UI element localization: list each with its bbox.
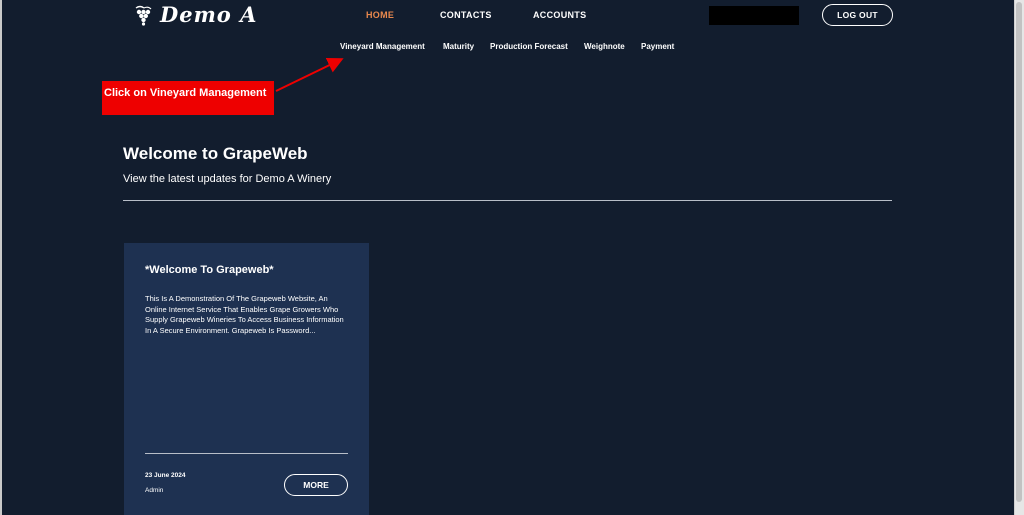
- window-edge-left: [0, 0, 2, 515]
- sub-navigation: Vineyard Management Maturity Production …: [0, 42, 1024, 54]
- redacted-username: [709, 6, 799, 25]
- scrollbar-thumb[interactable]: [1016, 2, 1022, 502]
- nav-home[interactable]: HOME: [366, 10, 394, 20]
- subnav-production-forecast[interactable]: Production Forecast: [490, 42, 568, 51]
- page-subtitle: View the latest updates for Demo A Winer…: [123, 173, 332, 185]
- subnav-weighnote[interactable]: Weighnote: [584, 42, 625, 51]
- vertical-scrollbar[interactable]: [1014, 0, 1024, 515]
- card-divider: [145, 453, 348, 454]
- more-button[interactable]: MORE: [284, 474, 348, 496]
- card-date: 23 June 2024: [145, 472, 186, 479]
- annotation-callout: Click on Vineyard Management: [102, 81, 274, 115]
- page-title: Welcome to GrapeWeb: [123, 144, 308, 163]
- subnav-payment[interactable]: Payment: [641, 42, 674, 51]
- news-card: *Welcome To Grapeweb* This Is A Demonstr…: [124, 243, 369, 515]
- card-author: Admin: [145, 487, 164, 494]
- section-divider: [123, 200, 892, 201]
- nav-contacts[interactable]: CONTACTS: [440, 10, 492, 20]
- card-excerpt: This Is A Demonstration Of The Grapeweb …: [145, 294, 344, 335]
- card-title: *Welcome To Grapeweb*: [145, 264, 274, 276]
- logout-button[interactable]: LOG OUT: [822, 4, 893, 26]
- subnav-maturity[interactable]: Maturity: [443, 42, 474, 51]
- subnav-vineyard-management[interactable]: Vineyard Management: [340, 42, 425, 51]
- nav-accounts[interactable]: ACCOUNTS: [533, 10, 586, 20]
